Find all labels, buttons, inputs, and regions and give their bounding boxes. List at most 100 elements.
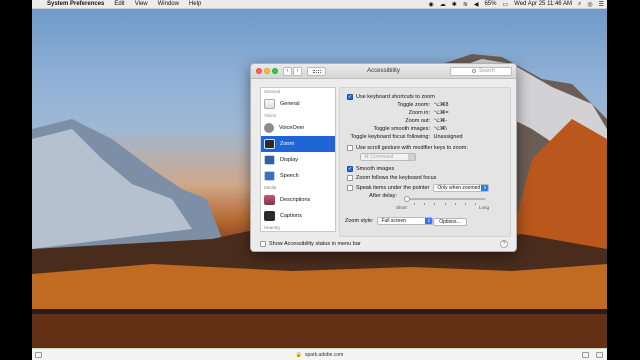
slider-max-label: Long bbox=[479, 205, 490, 210]
options-button[interactable]: Options... bbox=[433, 218, 467, 226]
cloud-icon[interactable]: ☁ bbox=[437, 1, 449, 8]
chevron-updown-icon: ⇕ bbox=[425, 218, 433, 224]
show-status-checkbox[interactable] bbox=[260, 241, 266, 247]
app-menu[interactable]: System Preferences bbox=[42, 1, 109, 7]
slider-tick bbox=[424, 203, 425, 205]
use-shortcuts-label: Use keyboard shortcuts to zoom bbox=[356, 94, 435, 100]
speak-items-value: Only when zoomed bbox=[437, 185, 481, 191]
shortcut-key-label: Toggle zoom: bbox=[397, 102, 430, 108]
shortcut-toggle-smooth: Toggle smooth images: ⌥⌘\ bbox=[344, 126, 464, 132]
bluetooth-icon[interactable]: ✱ bbox=[449, 1, 460, 8]
shortcut-zoom-in: Zoom in: ⌥⌘= bbox=[344, 110, 464, 116]
captions-icon bbox=[264, 211, 275, 221]
sidebar-item-label: VoiceOver bbox=[279, 125, 305, 131]
speak-items-row[interactable]: Speak items under the pointer Only when … bbox=[347, 184, 490, 192]
slider-tick bbox=[455, 203, 456, 205]
siri-icon[interactable]: ◎ bbox=[584, 1, 595, 8]
zoom-style-row: Zoom style: Full screen ⇕ bbox=[345, 217, 434, 225]
menu-edit[interactable]: Edit bbox=[109, 1, 129, 7]
title-bar[interactable]: ‹ › Accessibility Search bbox=[251, 64, 516, 79]
search-field[interactable]: Search bbox=[450, 67, 512, 76]
sidebar-item-descriptions[interactable]: Descriptions bbox=[261, 192, 335, 208]
accessibility-window: ‹ › Accessibility Search General General… bbox=[250, 63, 517, 252]
modifier-key-value: ⌘ Command bbox=[364, 154, 394, 160]
sidebar-item-speech[interactable]: Speech bbox=[261, 168, 335, 184]
slider-knob[interactable] bbox=[404, 196, 410, 202]
sidebar-item-label: Display bbox=[280, 157, 299, 163]
smooth-images-row[interactable]: ✓ Smooth images bbox=[347, 166, 394, 172]
clock[interactable]: Wed Apr 25 11:46 AM bbox=[511, 1, 575, 7]
scroll-gesture-row[interactable]: Use scroll gesture with modifier keys to… bbox=[347, 145, 468, 151]
url-text[interactable]: spark.adobe.com bbox=[305, 352, 343, 358]
zoom-style-select[interactable]: Full screen ⇕ bbox=[377, 217, 434, 225]
shortcut-key-label: Toggle keyboard focus following: bbox=[350, 134, 431, 140]
notification-center-icon[interactable]: ☰ bbox=[596, 1, 607, 8]
battery-percent[interactable]: 65% bbox=[481, 1, 499, 7]
show-status-row[interactable]: Show Accessibility status in menu bar bbox=[260, 241, 361, 247]
slider-tick bbox=[414, 203, 415, 205]
sidebar-header-media: Media bbox=[264, 185, 277, 190]
browser-url-bar[interactable]: 🔒 spark.adobe.com bbox=[32, 348, 607, 360]
shortcut-value: Unassigned bbox=[433, 134, 463, 140]
help-button[interactable]: ? bbox=[500, 240, 508, 248]
after-delay-slider[interactable] bbox=[404, 196, 486, 206]
volume-icon[interactable]: ◀ bbox=[471, 1, 482, 8]
sidebar-item-general[interactable]: General bbox=[261, 96, 335, 112]
slider-tick bbox=[465, 203, 466, 205]
lock-icon: 🔒 bbox=[295, 351, 302, 358]
general-icon bbox=[264, 99, 275, 109]
sidebar-header-vision: Vision bbox=[264, 113, 277, 118]
sidebar-item-label: Zoom bbox=[280, 141, 295, 147]
slider-tick bbox=[434, 203, 435, 205]
modifier-key-select[interactable]: ⌘ Command ⌄ bbox=[360, 153, 416, 161]
modifier-select-row: ⌘ Command ⌄ bbox=[360, 153, 416, 161]
follow-focus-row[interactable]: Zoom follows the keyboard focus bbox=[347, 175, 436, 181]
speech-icon bbox=[264, 171, 275, 181]
display-icon bbox=[264, 155, 275, 165]
wifi-icon[interactable]: ≋ bbox=[460, 1, 471, 8]
use-shortcuts-checkbox[interactable]: ✓ bbox=[347, 94, 353, 100]
scroll-gesture-checkbox[interactable] bbox=[347, 145, 353, 151]
speak-items-select[interactable]: Only when zoomed ⇕ bbox=[433, 184, 490, 192]
speak-items-label: Speak items under the pointer bbox=[356, 185, 430, 191]
descriptions-icon bbox=[264, 195, 275, 205]
slider-min-label: Short bbox=[396, 205, 407, 210]
shortcut-zoom-out: Zoom out: ⌥⌘- bbox=[344, 118, 464, 124]
shortcut-toggle-focus: Toggle keyboard focus following: Unassig… bbox=[344, 134, 474, 140]
zoom-settings-pane: ✓ Use keyboard shortcuts to zoom Toggle … bbox=[339, 87, 511, 237]
menu-window[interactable]: Window bbox=[153, 1, 184, 7]
sidebar-item-label: General bbox=[280, 101, 300, 107]
slider-tick bbox=[475, 203, 476, 205]
shortcut-toggle-zoom: Toggle zoom: ⌥⌘8 bbox=[344, 102, 464, 108]
sidebar-item-display[interactable]: Display bbox=[261, 152, 335, 168]
sidebar-item-zoom[interactable]: Zoom bbox=[261, 136, 335, 152]
zoom-style-label: Zoom style: bbox=[345, 218, 374, 224]
category-sidebar[interactable]: General General Vision VoiceOver Zoom Di… bbox=[260, 87, 336, 232]
speak-items-checkbox[interactable] bbox=[347, 185, 353, 191]
sidebar-header-hearing: Hearing bbox=[264, 225, 280, 230]
spotlight-icon[interactable]: ⌕ bbox=[575, 1, 584, 8]
shortcut-value: ⌥⌘- bbox=[433, 118, 448, 124]
sidebar-header-general: General bbox=[264, 89, 281, 94]
sidebar-item-label: Captions bbox=[280, 213, 302, 219]
sidebar-item-captions[interactable]: Captions bbox=[261, 208, 335, 224]
smooth-images-checkbox[interactable]: ✓ bbox=[347, 166, 353, 172]
tabs-icon[interactable] bbox=[596, 352, 603, 358]
sidebar-item-label: Descriptions bbox=[280, 197, 311, 203]
share-icon[interactable] bbox=[582, 352, 589, 358]
zoom-style-value: Full screen bbox=[381, 218, 406, 224]
slider-track bbox=[404, 198, 486, 200]
sidebar-item-voiceover[interactable]: VoiceOver bbox=[261, 120, 335, 136]
shortcut-key-label: Zoom out: bbox=[405, 118, 430, 124]
menu-help[interactable]: Help bbox=[184, 1, 206, 7]
slider-tick bbox=[445, 203, 446, 205]
chevron-updown-icon: ⇕ bbox=[481, 185, 489, 191]
search-placeholder: Search bbox=[479, 68, 495, 74]
menu-view[interactable]: View bbox=[130, 1, 153, 7]
follow-focus-checkbox[interactable] bbox=[347, 175, 353, 181]
sidebar-toggle-icon[interactable] bbox=[35, 352, 42, 358]
status-icon[interactable]: ◉ bbox=[426, 1, 437, 8]
use-shortcuts-row[interactable]: ✓ Use keyboard shortcuts to zoom bbox=[347, 94, 435, 100]
scroll-gesture-label: Use scroll gesture with modifier keys to… bbox=[356, 145, 468, 151]
show-status-label: Show Accessibility status in menu bar bbox=[269, 241, 361, 247]
